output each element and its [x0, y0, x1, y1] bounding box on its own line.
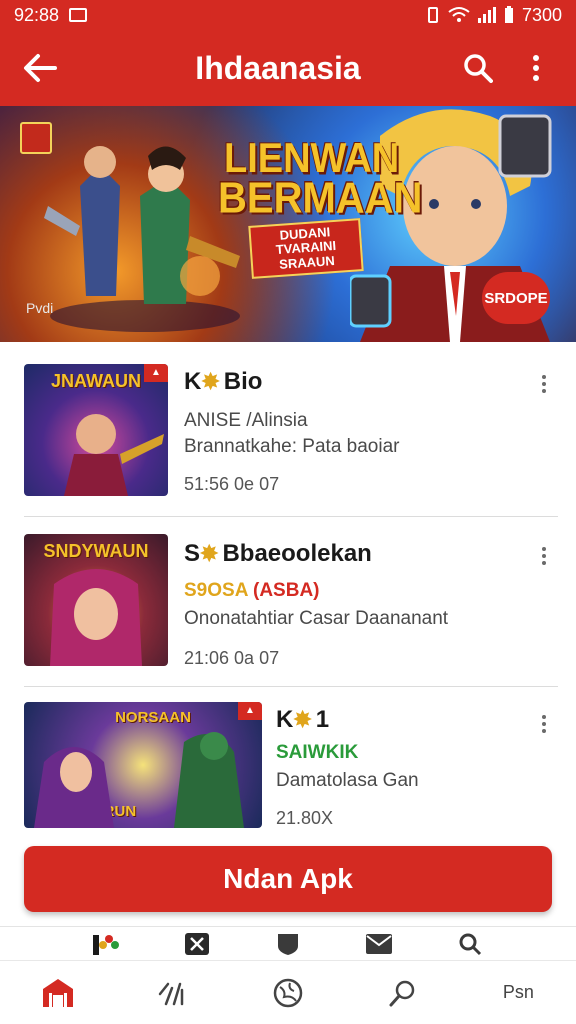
- signal-icon: [477, 7, 496, 23]
- tool-shield[interactable]: [273, 929, 303, 959]
- item-description: Damatolasa Gan: [276, 770, 419, 791]
- item-description: Ononatahtiar Casar Daananant: [184, 608, 449, 629]
- item-meta: 21:06 0a 07: [184, 648, 280, 668]
- nav-profile-label: Psn: [502, 982, 534, 1002]
- notification-icon: [69, 8, 88, 22]
- item-tag-red: (ASBA): [253, 580, 320, 601]
- overflow-menu-button[interactable]: [514, 46, 558, 90]
- nav-search[interactable]: [363, 965, 443, 1021]
- star-icon: ✸: [293, 707, 312, 732]
- wifi-icon: [448, 7, 470, 22]
- character-artwork: [34, 732, 244, 828]
- banner-headline-line2: BERMAAN: [218, 173, 423, 223]
- flower-icon: [92, 934, 119, 955]
- list-item[interactable]: SNDYWAUN S✸ Bbaeoolekan S9OSA (ASBA) Onon…: [0, 516, 576, 686]
- arrow-left-icon: [24, 54, 57, 82]
- item-tag-main: S9OSA: [184, 580, 248, 601]
- banner-sublabel: DUDANI TVARAINI SRAAUN: [248, 218, 364, 279]
- tool-search[interactable]: [455, 929, 485, 959]
- banner-promo-button[interactable]: SRDOPE: [482, 272, 550, 324]
- status-bar: 92:88 7300: [0, 0, 576, 30]
- home-icon: [42, 978, 73, 1007]
- status-time-left: 92:88: [14, 4, 60, 25]
- shield-icon: [277, 933, 298, 955]
- chart-icon: [158, 982, 184, 1005]
- download-apk-button[interactable]: Ndan Apk: [24, 846, 552, 912]
- list-item[interactable]: NORSAAN RICSERUN ▲ K✸1 SAIWKIK Damatolas…: [0, 686, 576, 856]
- item-description: Brannatkahe: Pata baoiar: [184, 436, 400, 457]
- item-name-prefix: K: [276, 706, 294, 733]
- search-icon: [389, 980, 415, 1006]
- item-name-text: Bio: [223, 368, 263, 395]
- search-icon: [459, 933, 482, 955]
- status-time-right: 7300: [521, 4, 562, 25]
- item-meta: 21.80X: [276, 808, 334, 828]
- item-tag: SAIWKIK: [276, 742, 359, 763]
- item-meta: 51:56 0e 07: [184, 474, 280, 494]
- app-bar: Ihdaanasia: [0, 30, 576, 106]
- item-name-prefix: K: [184, 368, 202, 395]
- item-name-text: 1: [315, 706, 330, 733]
- tool-close[interactable]: [182, 929, 212, 959]
- item-thumbnail: SNDYWAUN: [24, 534, 168, 666]
- character-artwork: [50, 569, 142, 666]
- item-name: K✸ Bio: [184, 368, 262, 396]
- item-subtitle: ANISE /Alinsia: [184, 410, 308, 431]
- item-overflow-button[interactable]: [532, 372, 556, 396]
- mail-icon: [366, 933, 393, 954]
- back-button[interactable]: [0, 30, 80, 106]
- item-name-text: Bbaeoolekan: [222, 540, 372, 567]
- search-button[interactable]: [456, 46, 500, 90]
- warrior-group-artwork: [44, 146, 240, 332]
- nav-profile[interactable]: Psn: [478, 965, 558, 1021]
- globe-icon: [273, 978, 303, 1007]
- x-box-icon: [184, 932, 209, 955]
- star-icon: ✸: [201, 369, 220, 394]
- item-name: K✸ 1: [276, 706, 329, 734]
- battery-icon: [504, 6, 513, 23]
- more-vertical-icon: [533, 55, 539, 81]
- bottom-nav: Psn: [0, 960, 576, 1024]
- nav-explore[interactable]: [248, 965, 328, 1021]
- tool-strip: [0, 926, 576, 960]
- page-title: Ihdaanasia: [195, 49, 361, 86]
- featured-banner[interactable]: LIENWAN BERMAAN DUDANI TVARAINI SRAAUN P…: [0, 106, 576, 342]
- item-thumbnail: JNAWAUN ▲: [24, 364, 168, 496]
- item-name-prefix: S: [184, 540, 201, 567]
- item-tag: S9OSA (ASBA): [184, 580, 320, 602]
- vibrate-icon: [427, 7, 438, 23]
- character-artwork: [64, 414, 164, 496]
- item-thumbnail: NORSAAN RICSERUN ▲: [24, 702, 262, 828]
- star-icon: ✸: [200, 541, 219, 566]
- item-name: S✸ Bbaeoolekan: [184, 540, 372, 568]
- list-item[interactable]: JNAWAUN ▲ K✸ Bio ANISE /Alinsia Brannatka…: [0, 342, 576, 512]
- tool-mail[interactable]: [364, 929, 394, 959]
- nav-home[interactable]: [18, 965, 98, 1021]
- banner-corner-text: Pvdi: [26, 300, 54, 316]
- item-overflow-button[interactable]: [532, 712, 556, 736]
- search-icon: [464, 54, 493, 83]
- nav-rankings[interactable]: [133, 965, 213, 1021]
- tool-apps[interactable]: [91, 929, 121, 959]
- item-overflow-button[interactable]: [532, 544, 556, 568]
